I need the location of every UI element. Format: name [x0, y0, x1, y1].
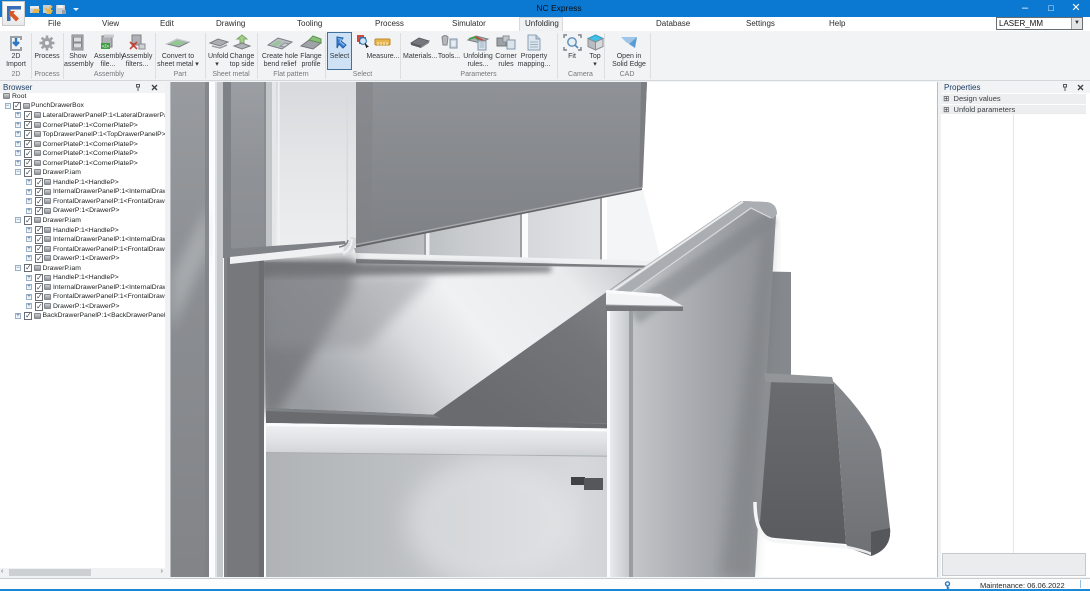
svg-text:</>: </> [102, 44, 109, 50]
